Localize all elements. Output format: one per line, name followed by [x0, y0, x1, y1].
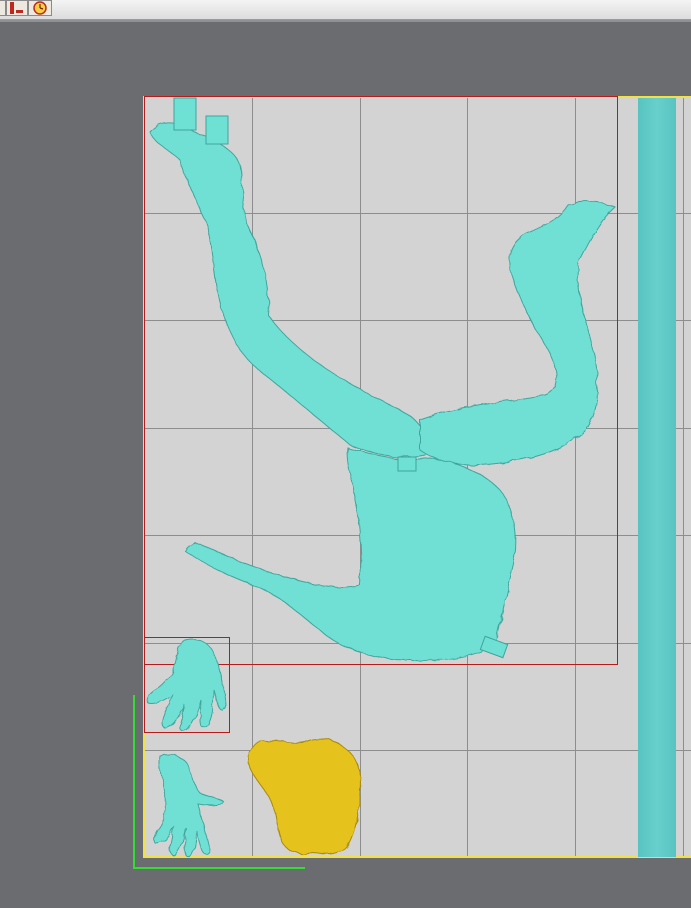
hair-part[interactable] — [247, 738, 361, 855]
axis-x — [133, 867, 305, 869]
model-layer — [147, 97, 616, 858]
statue-body[interactable] — [149, 97, 616, 662]
axis-y — [133, 695, 135, 869]
hand-right[interactable] — [153, 754, 225, 858]
hand-left[interactable] — [147, 638, 227, 732]
